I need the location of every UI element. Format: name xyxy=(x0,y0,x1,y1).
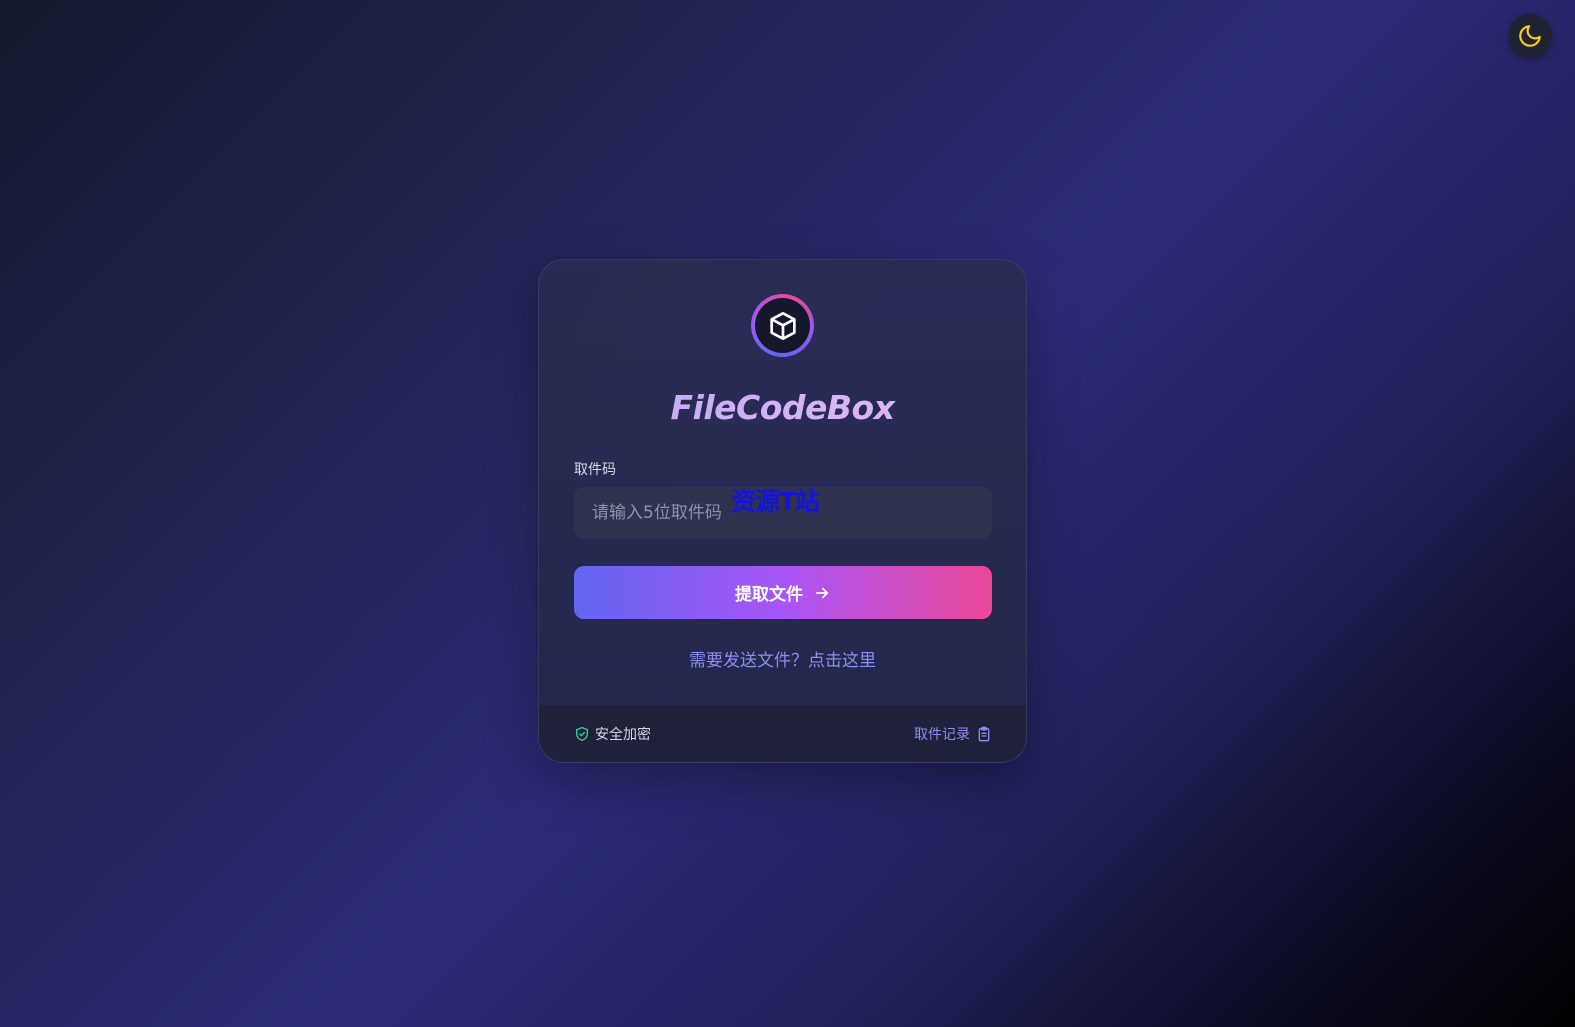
send-file-link[interactable]: 需要发送文件？点击这里 xyxy=(539,646,1026,671)
app-title: FileCodeBox xyxy=(539,388,1026,427)
secure-badge: 安全加密 xyxy=(574,724,651,744)
secure-label: 安全加密 xyxy=(595,726,651,743)
card-footer: 安全加密 取件记录 xyxy=(539,705,1026,762)
retrieve-file-button[interactable]: 提取文件 xyxy=(574,566,992,619)
theme-toggle-button[interactable] xyxy=(1508,14,1552,58)
logo xyxy=(751,294,814,357)
shield-check-icon xyxy=(574,726,590,742)
retrieve-file-label: 提取文件 xyxy=(735,585,803,605)
clipboard-icon xyxy=(976,725,992,743)
arrow-right-icon xyxy=(813,584,831,602)
code-input[interactable] xyxy=(574,487,992,539)
retrieve-card: FileCodeBox 取件码 资源T站 提取文件 需要发送文件？点击这里 安全… xyxy=(538,259,1027,763)
code-label: 取件码 xyxy=(574,462,616,478)
history-link[interactable]: 取件记录 xyxy=(914,724,992,744)
cube-icon xyxy=(767,310,799,342)
history-label: 取件记录 xyxy=(914,726,970,743)
moon-icon xyxy=(1517,23,1543,49)
